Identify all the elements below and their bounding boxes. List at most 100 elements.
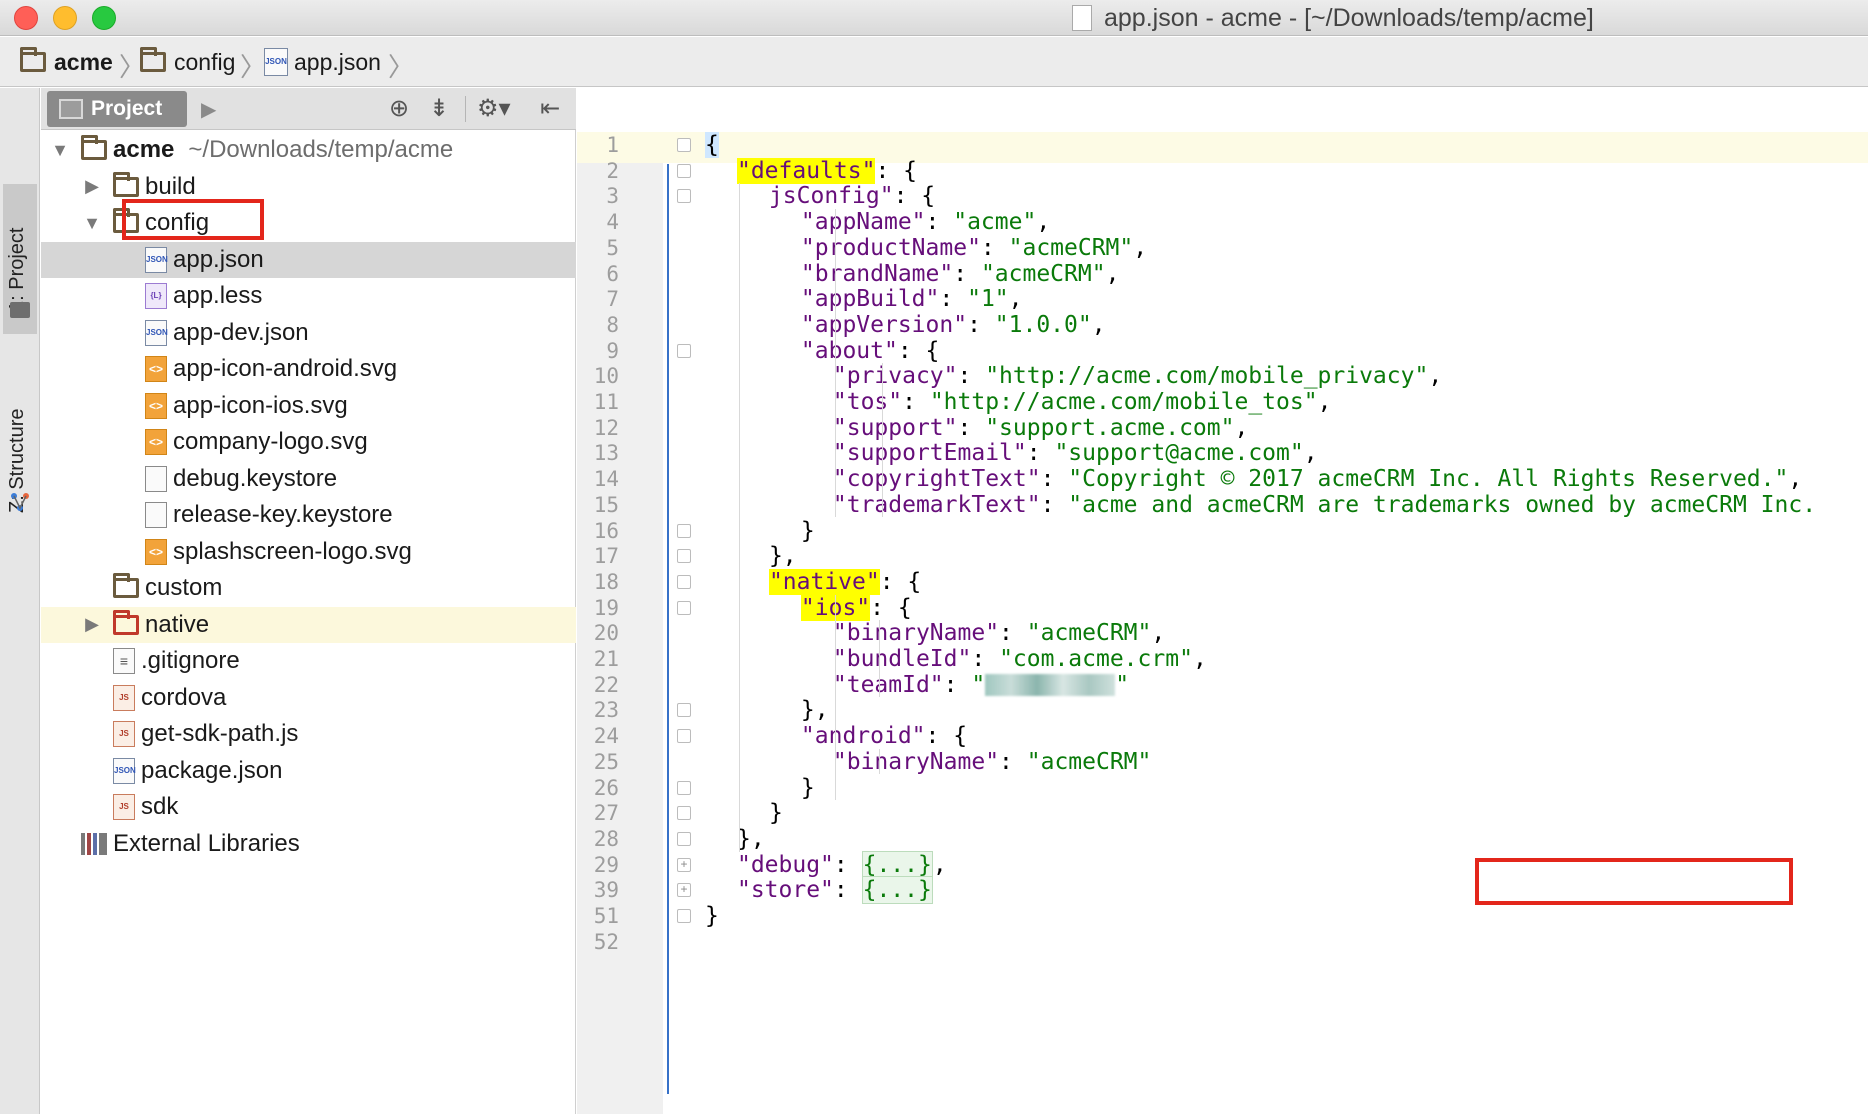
minimize-window-button[interactable] [53, 6, 77, 30]
breadcrumb-item-config[interactable]: config [140, 46, 235, 78]
code-token: "teamId" [832, 671, 944, 698]
code-line: "debug": {...}, [736, 850, 947, 879]
tree-item-config[interactable]: ▼ config [41, 205, 576, 242]
project-tool-tab-label[interactable]: 1: Project [6, 192, 34, 312]
code-line: "copyrightText": "Copyright © 2017 acmeC… [833, 466, 1802, 492]
code-token: } [768, 800, 783, 827]
code-token: "acmeCRM" [1026, 748, 1152, 775]
line-number: 6 [606, 261, 619, 286]
code-token: : [999, 620, 1027, 647]
code-token: "copyrightText" [832, 466, 1041, 493]
structure-icon [11, 493, 29, 511]
tree-item-label: company-logo.svg [173, 428, 368, 456]
fold-marker-icon[interactable] [677, 600, 691, 615]
tree-item-company-logo-svg[interactable]: ▶<>company-logo.svg [41, 424, 576, 461]
tree-item-app-dev-json[interactable]: ▶JSONapp-dev.json [41, 315, 576, 352]
js-file-icon: JS [113, 684, 135, 711]
json-file-icon: JSON [145, 246, 168, 273]
code-token: : { [879, 568, 922, 595]
fold-marker-icon[interactable] [677, 574, 691, 589]
chevron-right-icon: 〉 [240, 52, 267, 82]
window-title: app.json - acme - [~/Downloads/temp/acme… [1104, 4, 1594, 32]
fold-marker-icon[interactable] [677, 703, 691, 718]
fold-marker-icon[interactable] [677, 163, 691, 178]
js-file-icon: JS [113, 794, 135, 821]
tree-item-build[interactable]: ▶ build [41, 169, 576, 206]
fold-marker-icon[interactable] [677, 909, 691, 923]
indent-guide [835, 209, 836, 518]
js-file-icon: JS [113, 721, 135, 748]
collapse-arrow-icon[interactable]: ▶ [81, 614, 103, 635]
line-number: 23 [593, 698, 619, 723]
tree-item-custom[interactable]: ▶custom [41, 570, 576, 607]
fold-marker-icon[interactable] [677, 523, 691, 538]
folder-icon [20, 47, 46, 72]
tree-item-app-icon-ios-svg[interactable]: ▶<>app-icon-ios.svg [41, 388, 576, 425]
code-token: "support.acme.com" [985, 414, 1235, 441]
code-line: "appVersion": "1.0.0", [801, 312, 1106, 338]
code-token: "com.acme.crm" [999, 646, 1193, 672]
line-number: 4 [606, 210, 619, 235]
breadcrumb-item-app-json[interactable]: JSON app.json [264, 46, 381, 78]
breadcrumb-item-acme[interactable]: acme [20, 46, 113, 78]
tree-item-package-json[interactable]: ▶JSONpackage.json [41, 753, 576, 790]
line-number: 18 [593, 569, 619, 594]
code-editor[interactable]: {"defaults": {jsConfig": {"appName": "ac… [577, 88, 1868, 1114]
code-line: "native": { [768, 568, 922, 595]
code-line: "appName": "acme", [801, 209, 1050, 235]
expand-arrow-icon[interactable]: ▼ [49, 140, 71, 161]
tree-item-sdk[interactable]: ▶JSsdk [41, 789, 576, 826]
line-number: 19 [593, 595, 619, 620]
code-token: "debug" [736, 851, 834, 878]
code-line: "store": {...} [737, 876, 933, 905]
fold-marker-icon[interactable] [677, 729, 691, 744]
fold-marker-icon[interactable] [677, 549, 691, 564]
code-token: , [1008, 286, 1023, 313]
close-window-button[interactable] [14, 6, 38, 30]
play-arrow-icon[interactable]: ▶ [201, 97, 216, 122]
code-token: : [833, 851, 862, 878]
code-line: "bundleId": "com.acme.crm", [833, 646, 1207, 672]
collapse-arrow-icon[interactable]: ▶ [81, 176, 103, 197]
project-view-tab[interactable]: Project [47, 91, 187, 127]
settings-icon[interactable]: ⚙▾ [477, 93, 511, 125]
expand-fold-icon[interactable]: + [677, 857, 691, 872]
tree-item-native[interactable]: ▶ native [41, 606, 576, 643]
fold-marker-icon[interactable] [677, 189, 691, 204]
tree-item-external-libraries[interactable]: ▶External Libraries [41, 826, 576, 863]
tree-item-acme[interactable]: ▼ acme ~/Downloads/temp/acme [41, 132, 576, 169]
code-token: } [800, 517, 815, 544]
code-token: : [833, 877, 862, 904]
line-number: 29 [593, 852, 619, 877]
line-number: 20 [593, 621, 619, 646]
hide-panel-icon[interactable]: ⇤ [534, 93, 566, 125]
fold-marker-icon[interactable] [677, 780, 691, 795]
structure-tool-tab-label[interactable]: Z: Structure [6, 363, 34, 513]
tree-item-debug-keystore[interactable]: ▶debug.keystore [41, 461, 576, 498]
tree-item-app-json[interactable]: ▶JSONapp.json [41, 241, 576, 278]
tree-item-gitignore[interactable]: ▶≡.gitignore [41, 643, 576, 680]
fold-marker-icon[interactable] [677, 806, 691, 821]
svg-file-icon: <> [145, 356, 167, 383]
tree-item-get-sdk-path-js[interactable]: ▶JSget-sdk-path.js [41, 716, 576, 753]
folder-icon [113, 208, 139, 234]
fold-marker-icon[interactable] [677, 343, 691, 358]
collapse-all-icon[interactable]: ⇟ [423, 93, 455, 125]
tree-item-release-key-keystore[interactable]: ▶release-key.keystore [41, 497, 576, 534]
expand-arrow-icon[interactable]: ▼ [81, 213, 103, 234]
code-line: "brandName": "acmeCRM", [801, 261, 1120, 287]
zoom-window-button[interactable] [92, 6, 116, 30]
fold-marker-icon[interactable] [677, 138, 691, 152]
code-token: "defaults" [736, 157, 876, 184]
tree-item-app-icon-android-svg[interactable]: ▶<>app-icon-android.svg [41, 351, 576, 388]
line-number: 11 [593, 390, 619, 414]
expand-fold-icon[interactable]: + [677, 883, 691, 898]
tree-item-app-less[interactable]: ▶{L}app.less [41, 278, 576, 315]
code-token: "support" [832, 414, 958, 441]
json-file-icon: JSON [113, 757, 136, 784]
tree-item-splashscreen-logo-svg[interactable]: ▶<>splashscreen-logo.svg [41, 534, 576, 571]
tree-item-cordova[interactable]: ▶JScordova [41, 680, 576, 717]
tree-item-label: native [145, 610, 210, 638]
fold-marker-icon[interactable] [677, 831, 691, 846]
locate-icon[interactable]: ⊕ [383, 93, 415, 125]
